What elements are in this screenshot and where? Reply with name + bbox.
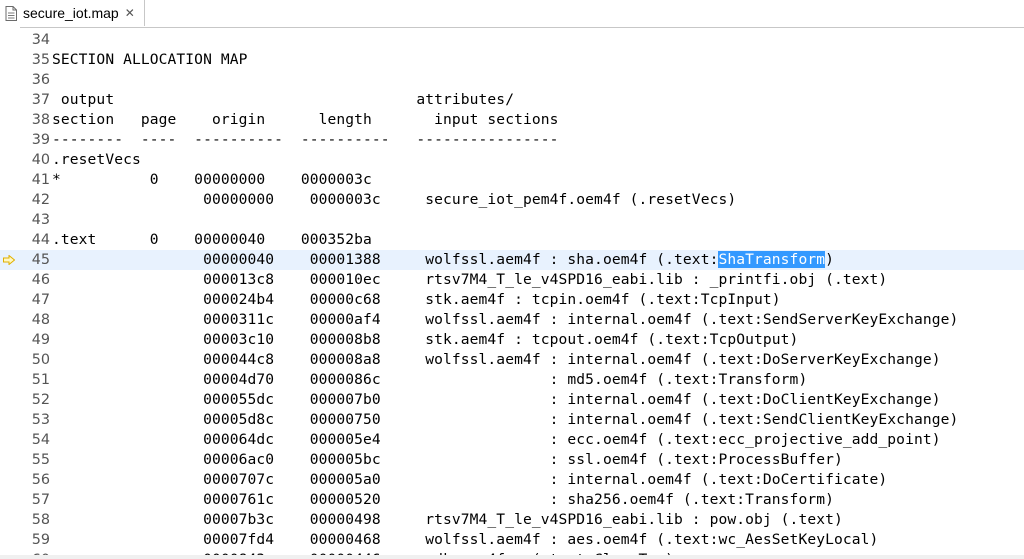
editor-line[interactable]: 46 000013c8 000010ec rtsv7M4_T_le_v4SPD1…: [0, 270, 1024, 290]
line-text: 00005d8c 00000750 : internal.oem4f (.tex…: [52, 411, 959, 428]
line-number: 53: [31, 412, 50, 428]
selected-text: ShaTransform: [718, 251, 826, 268]
editor-line[interactable]: 55 00006ac0 000005bc : ssl.oem4f (.text:…: [0, 450, 1024, 470]
line-text: 00000040 00001388 wolfssl.aem4f : sha.oe…: [52, 250, 834, 270]
line-number: 40: [31, 152, 50, 168]
line-text: 00006ac0 000005bc : ssl.oem4f (.text:Pro…: [52, 451, 843, 468]
line-number: 52: [31, 392, 50, 408]
horizontal-scrollbar[interactable]: [0, 555, 1024, 559]
editor-line[interactable]: 34: [0, 30, 1024, 50]
line-text: -------- ---- ---------- ---------- ----…: [52, 131, 559, 148]
line-text: SECTION ALLOCATION MAP: [52, 51, 248, 68]
editor-line[interactable]: 48 0000311c 00000af4 wolfssl.aem4f : int…: [0, 310, 1024, 330]
line-number: 59: [31, 532, 50, 548]
line-number: 56: [31, 472, 50, 488]
line-text: 00000000 0000003c secure_iot_pem4f.oem4f…: [52, 191, 737, 208]
editor-line[interactable]: 41 * 0 00000000 0000003c: [0, 170, 1024, 190]
line-text: 00003c10 000008b8 stk.aem4f : tcpout.oem…: [52, 331, 799, 348]
line-text: 000013c8 000010ec rtsv7M4_T_le_v4SPD16_e…: [52, 271, 888, 288]
line-text: 00007fd4 00000468 wolfssl.aem4f : aes.oe…: [52, 531, 879, 548]
line-number: 45: [31, 252, 50, 268]
editor-line[interactable]: 39 -------- ---- ---------- ---------- --…: [0, 130, 1024, 150]
line-number: 47: [31, 292, 50, 308]
line-number: 49: [31, 332, 50, 348]
line-number: 54: [31, 432, 50, 448]
line-number: 36: [31, 72, 50, 88]
text-editor[interactable]: 34 35 SECTION ALLOCATION MAP 36 37 output at…: [0, 27, 1024, 559]
editor-line[interactable]: 45 00000040 00001388 wolfssl.aem4f : sha…: [0, 250, 1024, 270]
editor-line[interactable]: 37 output attributes/: [0, 90, 1024, 110]
line-text: 000044c8 000008a8 wolfssl.aem4f : intern…: [52, 351, 941, 368]
line-text-after-selection: ): [825, 251, 834, 268]
line-number: 46: [31, 272, 50, 288]
editor-line[interactable]: 49 00003c10 000008b8 stk.aem4f : tcpout.…: [0, 330, 1024, 350]
line-text: .text 0 00000040 000352ba: [52, 231, 372, 248]
editor-tab-bar: secure_iot.map ✕: [0, 0, 1024, 28]
editor-line[interactable]: 44 .text 0 00000040 000352ba: [0, 230, 1024, 250]
editor-line[interactable]: 40 .resetVecs: [0, 150, 1024, 170]
line-number: 41: [31, 172, 50, 188]
editor-line[interactable]: 50 000044c8 000008a8 wolfssl.aem4f : int…: [0, 350, 1024, 370]
line-number: 55: [31, 452, 50, 468]
editor-line[interactable]: 56 0000707c 000005a0 : internal.oem4f (.…: [0, 470, 1024, 490]
line-text: 00004d70 0000086c : md5.oem4f (.text:Tra…: [52, 371, 808, 388]
current-instruction-arrow-icon: [3, 255, 15, 265]
editor-line[interactable]: 47 000024b4 00000c68 stk.aem4f : tcpin.o…: [0, 290, 1024, 310]
line-number: 50: [31, 352, 50, 368]
line-number: 34: [31, 32, 50, 48]
line-text: .resetVecs: [52, 151, 141, 168]
editor-line[interactable]: 57 0000761c 00000520 : sha256.oem4f (.te…: [0, 490, 1024, 510]
line-number: 38: [31, 112, 50, 128]
editor-line[interactable]: 58 00007b3c 00000498 rtsv7M4_T_le_v4SPD1…: [0, 510, 1024, 530]
tab-label: secure_iot.map: [23, 5, 119, 21]
file-text-icon: [5, 5, 17, 21]
editor-line[interactable]: 53 00005d8c 00000750 : internal.oem4f (.…: [0, 410, 1024, 430]
line-text: 000055dc 000007b0 : internal.oem4f (.tex…: [52, 391, 941, 408]
line-text: 0000311c 00000af4 wolfssl.aem4f : intern…: [52, 311, 959, 328]
editor-line[interactable]: 35 SECTION ALLOCATION MAP: [0, 50, 1024, 70]
editor-line[interactable]: 36: [0, 70, 1024, 90]
line-number: 42: [31, 192, 50, 208]
line-number: 51: [31, 372, 50, 388]
editor-line[interactable]: 51 00004d70 0000086c : md5.oem4f (.text:…: [0, 370, 1024, 390]
editor-line[interactable]: 42 00000000 0000003c secure_iot_pem4f.oe…: [0, 190, 1024, 210]
line-text: section page origin length input section…: [52, 111, 559, 128]
line-number: 39: [31, 132, 50, 148]
line-number: 43: [31, 212, 50, 228]
line-number: 44: [31, 232, 50, 248]
editor-line[interactable]: 59 00007fd4 00000468 wolfssl.aem4f : aes…: [0, 530, 1024, 550]
editor-line[interactable]: 43: [0, 210, 1024, 230]
line-number: 35: [31, 52, 50, 68]
line-text: 000064dc 000005e4 : ecc.oem4f (.text:ecc…: [52, 431, 941, 448]
editor-line[interactable]: 54 000064dc 000005e4 : ecc.oem4f (.text:…: [0, 430, 1024, 450]
line-number: 48: [31, 312, 50, 328]
line-number: 57: [31, 492, 50, 508]
line-text: 000024b4 00000c68 stk.aem4f : tcpin.oem4…: [52, 291, 781, 308]
close-icon[interactable]: ✕: [125, 6, 135, 20]
line-text: 00007b3c 00000498 rtsv7M4_T_le_v4SPD16_e…: [52, 511, 843, 528]
line-text: 0000761c 00000520 : sha256.oem4f (.text:…: [52, 491, 834, 508]
line-text-before-selection: 00000040 00001388 wolfssl.aem4f : sha.oe…: [52, 251, 719, 268]
tab-secure-iot-map[interactable]: secure_iot.map ✕: [0, 0, 145, 26]
line-text: 0000707c 000005a0 : internal.oem4f (.tex…: [52, 471, 888, 488]
line-text: output attributes/: [52, 91, 515, 108]
editor-line[interactable]: 38 section page origin length input secti…: [0, 110, 1024, 130]
line-number: 58: [31, 512, 50, 528]
editor-line[interactable]: 52 000055dc 000007b0 : internal.oem4f (.…: [0, 390, 1024, 410]
line-number: 37: [31, 92, 50, 108]
line-text: * 0 00000000 0000003c: [52, 171, 372, 188]
